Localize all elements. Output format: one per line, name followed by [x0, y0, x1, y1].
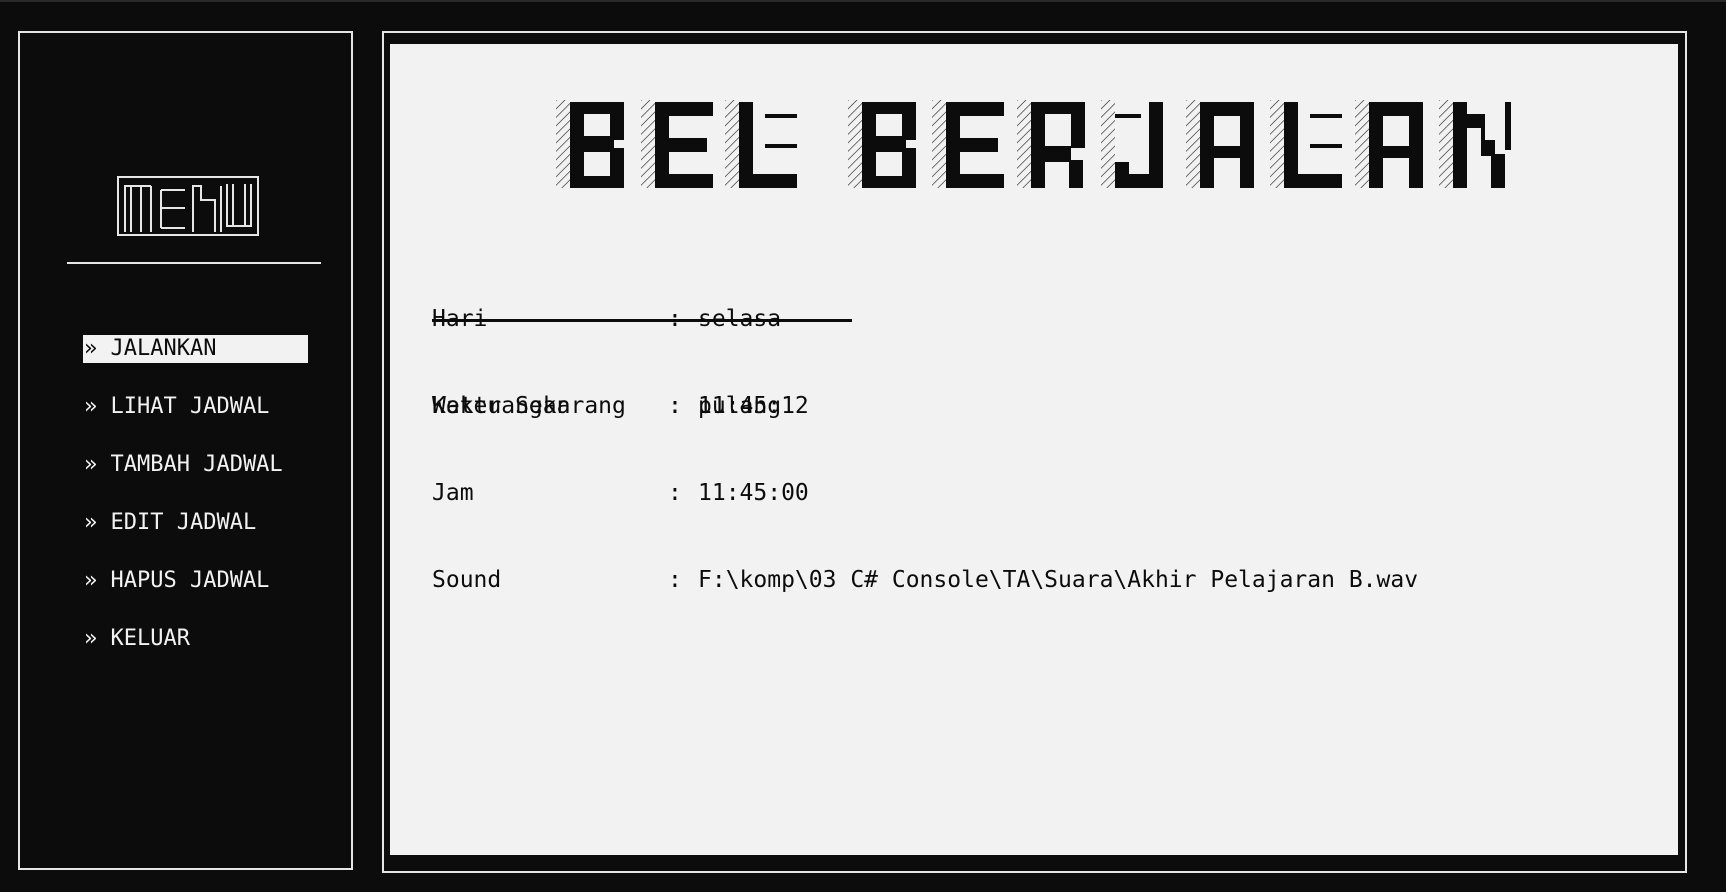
keterangan-label: Keterangan — [432, 393, 571, 419]
keterangan-row: Keterangan: pulang — [432, 392, 1418, 421]
banner-glyph-j — [1101, 100, 1163, 188]
menu-item-keluar[interactable]: » KELUAR — [83, 625, 308, 653]
info-divider — [432, 319, 852, 322]
banner-glyph-n — [1439, 100, 1511, 188]
sound-separator: : — [668, 567, 682, 593]
menu-item-lihat-jadwal[interactable]: » LIHAT JADWAL — [83, 393, 308, 421]
jam-label: Jam — [432, 480, 474, 506]
menu-divider — [67, 262, 321, 264]
banner-glyph-l — [725, 100, 797, 188]
schedule-block: Keterangan: pulang Jam:11:45:00 Sound: F:\… — [432, 334, 1418, 624]
jam-row: Jam:11:45:00 — [432, 479, 1418, 508]
banner-glyph-a — [1186, 100, 1254, 188]
keterangan-separator: : — [668, 393, 682, 419]
menu-item-tambah-jadwal[interactable]: » TAMBAH JADWAL — [83, 451, 308, 479]
menu-item-edit-jadwal[interactable]: » EDIT JADWAL — [83, 509, 308, 537]
banner-glyph-b — [556, 100, 624, 188]
banner-glyph-a — [1355, 100, 1423, 188]
menu-list: » JALANKAN » LIHAT JADWAL » TAMBAH JADWA… — [83, 335, 308, 683]
window-top-edge — [0, 0, 1726, 2]
sidebar: » JALANKAN » LIHAT JADWAL » TAMBAH JADWA… — [18, 31, 353, 870]
jam-separator: : — [668, 480, 682, 506]
keterangan-value: pulang — [698, 393, 782, 419]
sound-label: Sound — [432, 567, 502, 593]
banner-glyph-l — [1270, 100, 1342, 188]
sound-value: F:\komp\03 C# Console\TA\Suara\Akhir Pel… — [698, 567, 1419, 593]
jam-value: 11:45:00 — [698, 480, 809, 506]
banner-glyph-e — [641, 100, 713, 188]
banner-glyph-r — [1017, 100, 1085, 188]
banner-glyph-e — [932, 100, 1004, 188]
menu-item-hapus-jadwal[interactable]: » HAPUS JADWAL — [83, 567, 308, 595]
menu-logo — [117, 176, 259, 236]
banner-glyph-b — [848, 100, 916, 188]
sound-row: Sound: F:\komp\03 C# Console\TA\Suara\Akh… — [432, 566, 1418, 595]
menu-item-jalankan[interactable]: » JALANKAN — [83, 335, 308, 363]
bel-berjalan-banner — [556, 100, 1511, 188]
